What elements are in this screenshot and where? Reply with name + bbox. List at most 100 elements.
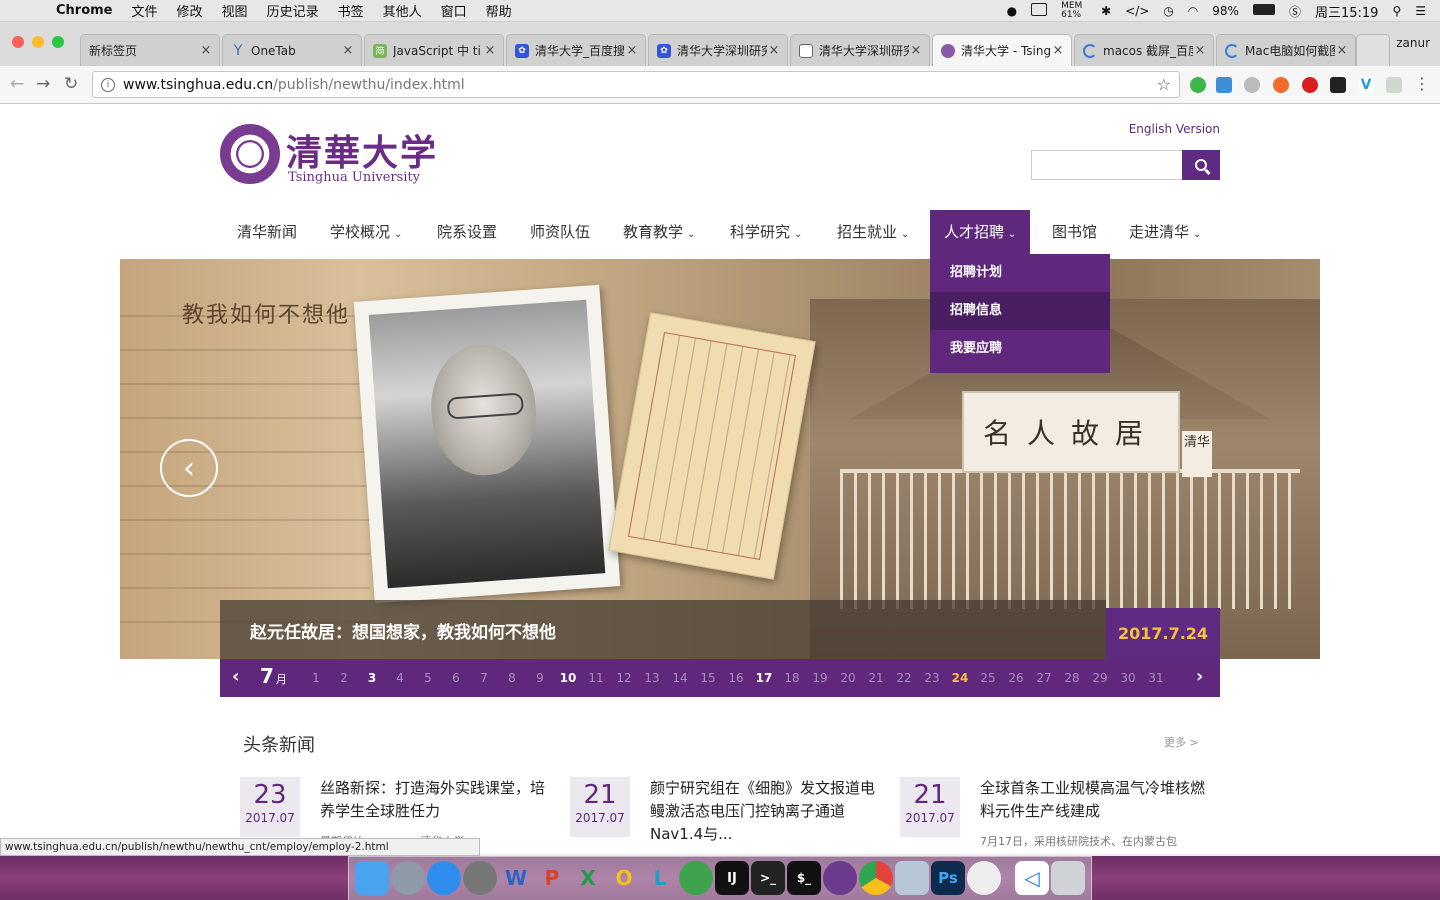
trash-icon[interactable] bbox=[1051, 861, 1085, 895]
menu-edit[interactable]: 修改 bbox=[177, 1, 203, 20]
calendar-day[interactable]: 19 bbox=[808, 671, 832, 685]
chevron-left-icon[interactable]: ‹ bbox=[232, 666, 239, 687]
menu-bookmarks[interactable]: 书签 bbox=[338, 1, 364, 20]
notification-center-icon[interactable]: ☰ bbox=[1415, 4, 1426, 18]
close-tab-icon[interactable]: × bbox=[1193, 43, 1207, 58]
news-headline[interactable]: 全球首条工业规模高温气冷堆核燃料元件生产线建成 bbox=[980, 777, 1216, 823]
nav-recruitment[interactable]: 人才招聘 ⌄ bbox=[930, 210, 1031, 254]
calendar-day[interactable]: 9 bbox=[528, 671, 552, 685]
site-logo[interactable]: 清華大学 Tsinghua University bbox=[220, 124, 436, 186]
menu-view[interactable]: 视图 bbox=[222, 1, 248, 20]
tab-tsinghua[interactable]: 清华大学 - Tsing × bbox=[932, 34, 1072, 66]
site-search-input[interactable] bbox=[1031, 150, 1183, 180]
excel-icon[interactable]: X bbox=[571, 861, 605, 895]
battery-icon[interactable] bbox=[1252, 4, 1275, 18]
tab-mac-screenshot-howto[interactable]: Mac电脑如何截图 × bbox=[1216, 34, 1356, 66]
nav-library[interactable]: 图书馆 bbox=[1052, 210, 1097, 254]
extension-eye-icon[interactable] bbox=[1244, 77, 1260, 93]
chrome-menu-icon[interactable]: ⋮ bbox=[1414, 76, 1430, 93]
dropdown-item-apply[interactable]: 我要应聘 bbox=[930, 330, 1110, 368]
calendar-day[interactable]: 1 bbox=[304, 671, 328, 685]
calendar-day[interactable]: 21 bbox=[864, 671, 888, 685]
extension-l-icon[interactable] bbox=[1330, 77, 1346, 93]
dropdown-item-info[interactable]: 招聘信息 bbox=[930, 292, 1110, 330]
calendar-day[interactable]: 4 bbox=[388, 671, 412, 685]
adblock-icon[interactable] bbox=[1302, 77, 1318, 93]
calendar-day[interactable]: 15 bbox=[696, 671, 720, 685]
close-tab-icon[interactable]: × bbox=[199, 43, 213, 58]
close-tab-icon[interactable]: × bbox=[341, 43, 355, 58]
calendar-day[interactable]: 8 bbox=[500, 671, 524, 685]
dropdown-item-plan[interactable]: 招聘计划 bbox=[930, 254, 1110, 292]
forward-icon[interactable]: → bbox=[36, 74, 50, 94]
news-headline[interactable]: 丝路新探：打造海外实践课堂，培养学生全球胜任力 bbox=[320, 777, 556, 823]
close-tab-icon[interactable]: × bbox=[909, 43, 923, 58]
nav-news[interactable]: 清华新闻 bbox=[237, 210, 297, 254]
menu-people[interactable]: 其他人 bbox=[383, 1, 422, 20]
zoom-window-button[interactable] bbox=[52, 36, 64, 48]
network-globe-icon[interactable] bbox=[679, 861, 713, 895]
sync-icon[interactable]: Ⓢ bbox=[1289, 3, 1301, 20]
new-tab-button[interactable] bbox=[1356, 34, 1390, 66]
calendar-day[interactable]: 20 bbox=[836, 671, 860, 685]
extension-v-icon[interactable]: V bbox=[1358, 77, 1374, 93]
news-item[interactable]: 21 2017.07 全球首条工业规模高温气冷堆核燃料元件生产线建成 7月17日… bbox=[900, 777, 1220, 854]
tab-baidu-search[interactable]: ✿ 清华大学_百度搜 × bbox=[506, 34, 646, 66]
calendar-day[interactable]: 6 bbox=[444, 671, 468, 685]
calendar-day[interactable]: 13 bbox=[640, 671, 664, 685]
minimize-window-button[interactable] bbox=[32, 36, 44, 48]
calendar-day[interactable]: 23 bbox=[920, 671, 944, 685]
extension-infinity-icon[interactable] bbox=[1273, 77, 1289, 93]
tab-javascript[interactable]: 简 JavaScript 中 ti × bbox=[364, 34, 504, 66]
menu-help[interactable]: 帮助 bbox=[486, 1, 512, 20]
calendar-day[interactable]: 2 bbox=[332, 671, 356, 685]
bookmark-star-icon[interactable]: ☆ bbox=[1157, 75, 1171, 94]
nav-admissions[interactable]: 招生就业 ⌄ bbox=[837, 210, 909, 254]
back-icon[interactable]: ← bbox=[10, 74, 24, 94]
battery-percent[interactable]: 98% bbox=[1212, 4, 1239, 18]
calendar-day[interactable]: 28 bbox=[1060, 671, 1084, 685]
chevron-right-icon[interactable]: › bbox=[1196, 666, 1203, 687]
qq-status-icon[interactable]: ● bbox=[1007, 4, 1017, 18]
code-icon[interactable]: </> bbox=[1125, 4, 1149, 18]
calendar-day[interactable]: 30 bbox=[1116, 671, 1140, 685]
lync-icon[interactable]: L bbox=[643, 861, 677, 895]
news-headline[interactable]: 颜宁研究组在《细胞》发文报道电鳗激活态电压门控钠离子通道Nav1.4与... bbox=[650, 777, 886, 846]
outlook-icon[interactable]: O bbox=[607, 861, 641, 895]
calendar-day[interactable]: 7 bbox=[472, 671, 496, 685]
calendar-day[interactable]: 24 bbox=[948, 671, 972, 685]
close-tab-icon[interactable]: × bbox=[483, 43, 497, 58]
tab-onetab[interactable]: Y OneTab × bbox=[222, 34, 362, 66]
calendar-day[interactable]: 26 bbox=[1004, 671, 1028, 685]
menu-history[interactable]: 历史记录 bbox=[267, 1, 319, 20]
calendar-day[interactable]: 5 bbox=[416, 671, 440, 685]
nav-education[interactable]: 教育教学 ⌄ bbox=[623, 210, 695, 254]
bluetooth-icon[interactable]: ✱ bbox=[1101, 4, 1111, 18]
photoshop-icon[interactable]: Ps bbox=[931, 861, 965, 895]
close-tab-icon[interactable]: × bbox=[1335, 43, 1349, 58]
close-tab-icon[interactable]: × bbox=[1051, 43, 1065, 58]
calendar-day[interactable]: 17 bbox=[752, 671, 776, 685]
close-tab-icon[interactable]: × bbox=[625, 43, 639, 58]
extension-green-icon[interactable] bbox=[1190, 77, 1206, 93]
calendar-day[interactable]: 25 bbox=[976, 671, 1000, 685]
search-button[interactable] bbox=[1182, 150, 1220, 180]
reload-icon[interactable]: ↻ bbox=[64, 74, 78, 94]
preview-icon[interactable] bbox=[895, 861, 929, 895]
close-window-button[interactable] bbox=[12, 36, 24, 48]
time-machine-icon[interactable]: ◷ bbox=[1163, 4, 1173, 18]
close-tab-icon[interactable]: × bbox=[767, 43, 781, 58]
clock[interactable]: 周三15:19 bbox=[1315, 2, 1378, 21]
spotlight-icon[interactable]: ⚲ bbox=[1392, 4, 1401, 18]
calendar-day[interactable]: 18 bbox=[780, 671, 804, 685]
address-bar[interactable]: i www.tsinghua.edu.cn /publish/newthu/in… bbox=[92, 71, 1180, 98]
calendar-day[interactable]: 31 bbox=[1144, 671, 1168, 685]
more-link[interactable]: 更多 > bbox=[1164, 734, 1199, 750]
extension-arrow-icon[interactable] bbox=[1386, 77, 1402, 93]
safari-icon[interactable] bbox=[427, 861, 461, 895]
powerpoint-icon[interactable]: P bbox=[535, 861, 569, 895]
tab-shenzhen-1[interactable]: ✿ 清华大学深圳研究 × bbox=[648, 34, 788, 66]
tab-shenzhen-2[interactable]: 清华大学深圳研究 × bbox=[790, 34, 930, 66]
banner-prev-button[interactable]: ‹ bbox=[160, 439, 218, 497]
qq-icon[interactable] bbox=[967, 861, 1001, 895]
